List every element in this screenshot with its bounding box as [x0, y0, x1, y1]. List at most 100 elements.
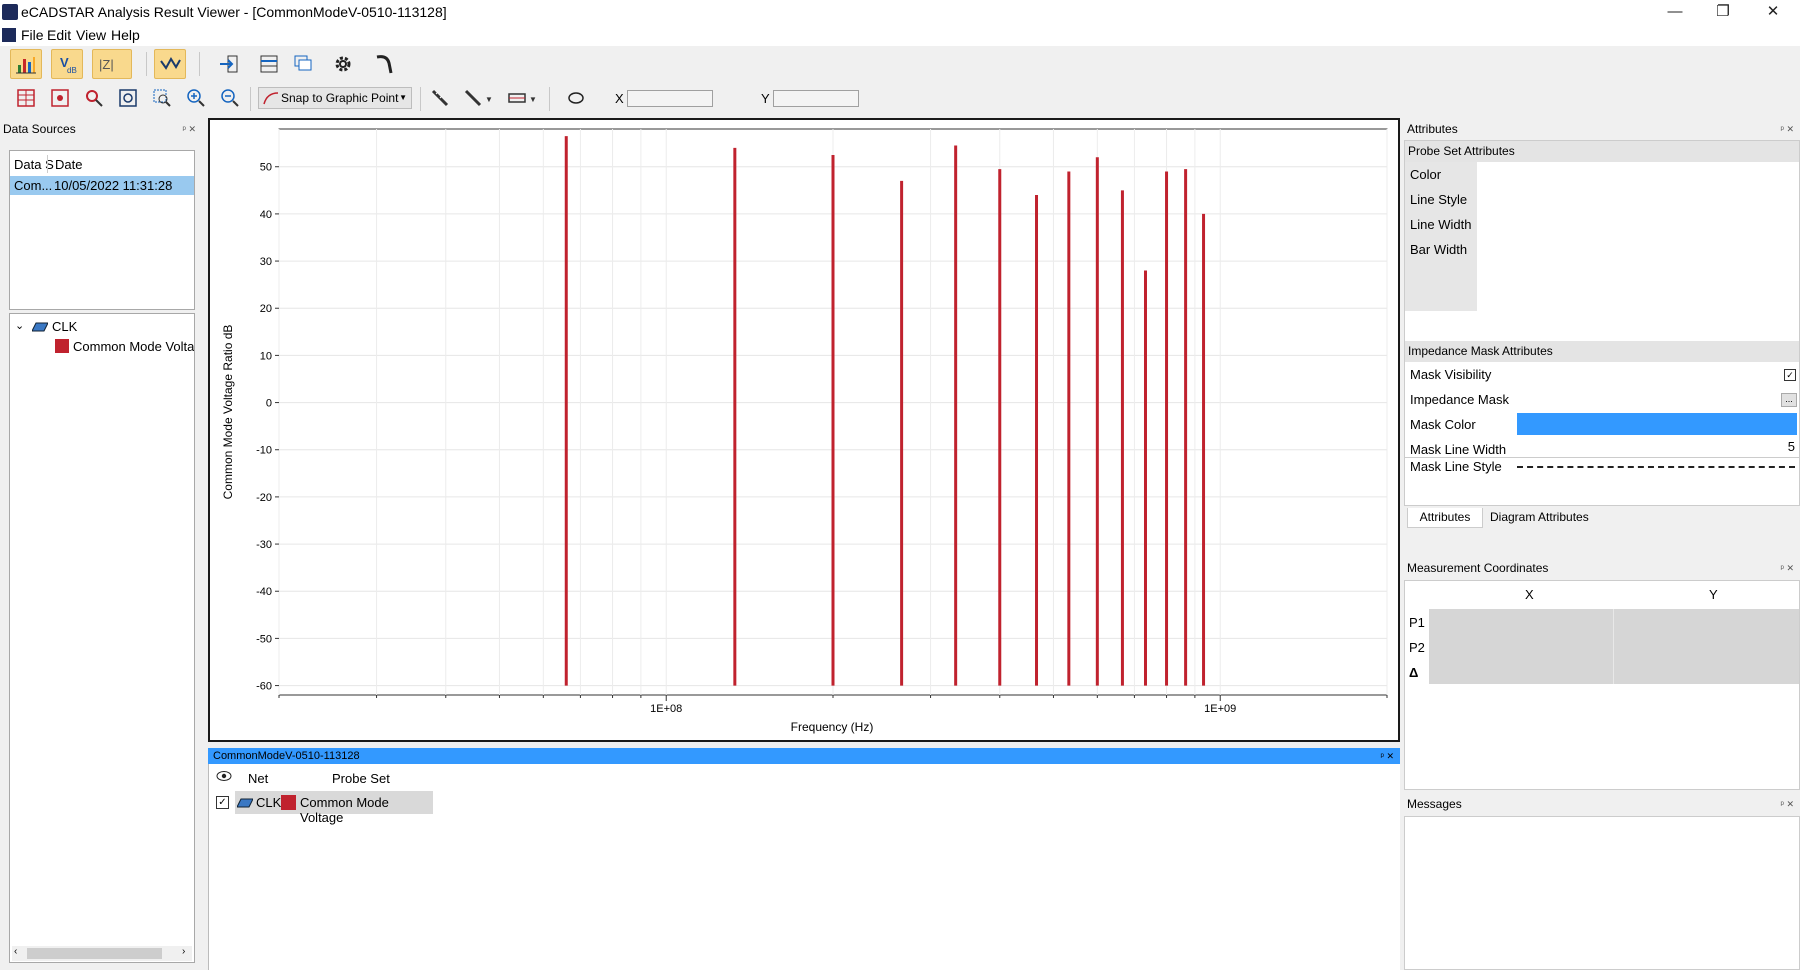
- pin-close-icon[interactable]: ᵖ ✕: [183, 119, 196, 139]
- scroll-left-icon[interactable]: ‹: [14, 946, 17, 957]
- col-x: X: [1525, 587, 1534, 602]
- marker-options-button[interactable]: ▼: [505, 85, 539, 111]
- chevron-down-icon[interactable]: ⌄: [15, 319, 24, 332]
- zoom-in-icon: [187, 89, 205, 107]
- table-row[interactable]: CLK Common Mode Voltage: [235, 791, 433, 825]
- measure-options-button[interactable]: ▼: [461, 85, 495, 111]
- row-delta: Δ: [1409, 665, 1419, 680]
- probe-button[interactable]: [368, 49, 400, 79]
- svg-text:▼: ▼: [529, 95, 537, 104]
- scrollbar-thumb[interactable]: [27, 948, 162, 959]
- y-tick-label: -60: [256, 681, 272, 693]
- visibility-checkbox[interactable]: ✓: [216, 796, 229, 809]
- impedance-mask-header: Impedance Mask Attributes: [1405, 341, 1799, 362]
- x-tick-label: 1E+08: [650, 703, 682, 715]
- minimize-button[interactable]: —: [1652, 0, 1698, 24]
- pin-close-icon[interactable]: ᵖ ✕: [1781, 794, 1794, 814]
- row-probe: Common Mode Voltage: [300, 795, 389, 825]
- zoom-all-button[interactable]: [47, 85, 73, 111]
- tree-net-label[interactable]: CLK: [52, 319, 77, 334]
- row-date: 10/05/2022 11:31:28: [54, 178, 173, 193]
- col-y: Y: [1709, 587, 1718, 602]
- tree-probe-label[interactable]: Common Mode Voltage: [73, 339, 194, 354]
- snap-mode-dropdown[interactable]: Snap to Graphic Point ▼: [258, 87, 412, 109]
- ellipse-icon: [568, 92, 584, 104]
- col-date[interactable]: Date: [55, 157, 82, 172]
- messages-panel: Messages ᵖ ✕: [1404, 794, 1800, 970]
- tab-diagram-attributes[interactable]: Diagram Attributes: [1490, 508, 1589, 526]
- column-divider: [47, 155, 48, 173]
- mask-line-style-sample[interactable]: [1517, 466, 1795, 468]
- menu-help[interactable]: Help: [111, 27, 140, 43]
- y-tick-label: -30: [256, 539, 272, 551]
- horizontal-scrollbar[interactable]: ‹ ›: [12, 946, 192, 961]
- voltage-db-icon: VdB: [60, 55, 77, 75]
- waveform-button[interactable]: [154, 49, 186, 79]
- document-tab[interactable]: CommonModeV-0510-113128 ᵖ ✕: [208, 748, 1400, 764]
- zoom-window-button[interactable]: [149, 85, 175, 111]
- mask-line-width-value[interactable]: 5: [1775, 437, 1795, 457]
- layers-button[interactable]: [288, 49, 320, 79]
- measurement-title: Measurement Coordinates ᵖ ✕: [1404, 558, 1800, 578]
- row-p2: P2: [1409, 640, 1425, 655]
- y-tick-label: 20: [260, 303, 272, 315]
- bar-chart-icon: [16, 57, 36, 74]
- net-icon: [32, 322, 48, 332]
- data-source-table: Data S Date Com... 10/05/2022 11:31:28: [9, 150, 195, 310]
- x-axis-label: Frequency (Hz): [791, 720, 874, 734]
- zoom-in-button[interactable]: [183, 85, 209, 111]
- measure-button[interactable]: [427, 85, 453, 111]
- y-tick-label: -50: [256, 633, 272, 645]
- menu-file[interactable]: File: [21, 27, 44, 43]
- settings-button[interactable]: [327, 49, 359, 79]
- menu-edit[interactable]: Edit: [47, 27, 71, 43]
- fit-button[interactable]: [115, 85, 141, 111]
- measurement-values: [1429, 609, 1799, 684]
- row-source: Com...: [14, 178, 53, 193]
- gear-icon: [335, 56, 351, 72]
- attr-color: Color: [1410, 167, 1442, 182]
- close-button[interactable]: ✕: [1750, 0, 1796, 24]
- frequency-chart-button[interactable]: [10, 49, 42, 79]
- list-icon: [260, 55, 278, 73]
- zoom-out-button[interactable]: [217, 85, 243, 111]
- pin-close-icon[interactable]: ᵖ ✕: [1381, 748, 1394, 764]
- list-button[interactable]: [253, 49, 285, 79]
- zoom-area-button[interactable]: [81, 85, 107, 111]
- attributes-grid: Probe Set Attributes Color Line Style Li…: [1404, 140, 1800, 458]
- col-net[interactable]: Net: [248, 771, 268, 786]
- svg-text:dB: dB: [67, 66, 77, 75]
- pin-close-icon[interactable]: ᵖ ✕: [1781, 558, 1794, 578]
- ellipse-button[interactable]: [563, 85, 589, 111]
- y-coord-label: Y: [761, 91, 770, 106]
- chart-area[interactable]: 50 40 30 20 10 0 -10 -20 -30 -40 -50 -60 1E+08 1E+09…: [208, 118, 1400, 742]
- pin-close-icon[interactable]: ᵖ ✕: [1781, 119, 1794, 139]
- impedance-mask-browse-button[interactable]: ...: [1781, 393, 1797, 407]
- grid-icon: [17, 89, 35, 107]
- restore-button[interactable]: ❐: [1700, 0, 1746, 24]
- mask-line-style-row: Mask Line Style: [1404, 458, 1800, 506]
- impedance-button[interactable]: |Z|: [92, 49, 132, 79]
- frequency-chart[interactable]: 50 40 30 20 10 0 -10 -20 -30 -40 -50 -60 1E+08 1E+09…: [210, 120, 1398, 740]
- menu-view[interactable]: View: [76, 27, 106, 43]
- messages-list: [1404, 816, 1800, 970]
- grid-toggle-button[interactable]: [13, 85, 39, 111]
- attributes-title-text: Attributes: [1407, 122, 1458, 136]
- voltage-db-button[interactable]: VdB: [51, 49, 83, 79]
- tab-attributes[interactable]: Attributes: [1407, 508, 1483, 528]
- marker-icon: ▼: [508, 93, 537, 104]
- attr-line-width: Line Width: [1410, 217, 1472, 232]
- table-row[interactable]: Com... 10/05/2022 11:31:28: [10, 176, 194, 195]
- eye-icon: [216, 771, 232, 781]
- y-coord-field[interactable]: [773, 90, 859, 107]
- zoom-window-icon: [153, 89, 171, 107]
- col-probe-set[interactable]: Probe Set: [332, 771, 390, 786]
- title-bar: eCADSTAR Analysis Result Viewer - [Commo…: [0, 0, 1800, 24]
- mask-color-swatch[interactable]: [1517, 413, 1797, 435]
- x-coord-field[interactable]: [627, 90, 713, 107]
- import-button[interactable]: [213, 49, 245, 79]
- scroll-right-icon[interactable]: ›: [182, 946, 185, 957]
- x-axis: 1E+08 1E+09: [278, 695, 1388, 715]
- ruler-dropdown-icon: ▼: [464, 89, 493, 107]
- mask-visibility-checkbox[interactable]: ✓: [1784, 369, 1796, 381]
